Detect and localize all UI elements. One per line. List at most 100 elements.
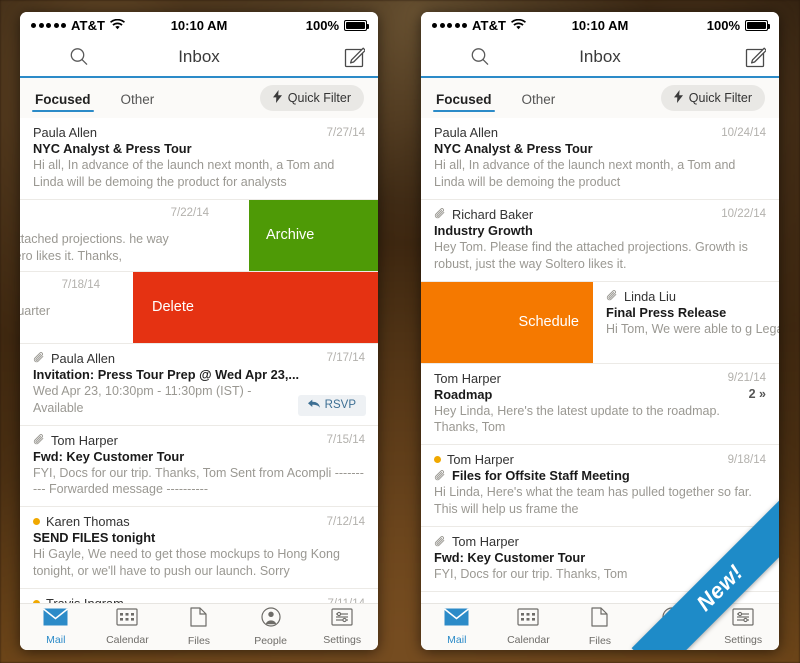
date-label: 7/27/14 bbox=[326, 126, 365, 139]
list-item[interactable]: Tom Harper 9/21/14 Roadmap 2 » Hey Linda… bbox=[421, 363, 779, 446]
tab-calendar[interactable]: Calendar bbox=[493, 608, 565, 646]
search-icon[interactable] bbox=[69, 47, 89, 67]
row-header: Tom Harper 7/15/14 bbox=[33, 433, 365, 448]
list-item[interactable]: Tom Harper 7/15/14 Fwd: Key Customer Tou… bbox=[20, 425, 378, 508]
tab-mail[interactable]: Mail bbox=[20, 608, 92, 646]
list-item[interactable]: Richard Baker 10/22/14 Industry Growth H… bbox=[421, 199, 779, 282]
bottom-tab-bar: Mail Calendar Files People Settings bbox=[20, 603, 378, 650]
compose-icon[interactable] bbox=[745, 47, 766, 68]
tab-files[interactable]: Files bbox=[564, 607, 636, 647]
status-bar-left: AT&T bbox=[31, 17, 126, 33]
tab-calendar[interactable]: Calendar bbox=[92, 608, 164, 646]
tab-settings[interactable]: Settings bbox=[306, 608, 378, 646]
list-item[interactable]: Paula Allen 7/17/14 Invitation: Press To… bbox=[20, 343, 378, 426]
preview-text: Hi all, In advance of the launch next mo… bbox=[33, 158, 335, 189]
lightning-bolt-icon bbox=[673, 90, 683, 106]
delete-action-button[interactable]: Delete bbox=[133, 271, 378, 343]
preview-text: Hi all, In advance of the launch next mo… bbox=[434, 158, 736, 189]
date-label: 9/21/14 bbox=[727, 372, 766, 384]
swipe-row-schedule[interactable]: Schedule Linda Liu Final Press Release H… bbox=[421, 281, 779, 364]
file-icon bbox=[190, 607, 208, 632]
subject-line: SEND FILES tonight bbox=[33, 530, 156, 546]
attachment-icon bbox=[606, 290, 618, 302]
swipe-row-delete[interactable]: Delete 7/18/14 t on uarter bbox=[20, 271, 378, 344]
row-header: 7/22/14 bbox=[20, 207, 209, 219]
swiped-mail-content[interactable]: 7/18/14 t on uarter bbox=[20, 271, 106, 343]
date-label: 10/22/14 bbox=[721, 208, 766, 221]
swiped-mail-content[interactable]: Linda Liu Final Press Release Hi Tom, We… bbox=[593, 281, 779, 363]
nav-bar: Inbox bbox=[421, 38, 779, 78]
tab-focused[interactable]: Focused bbox=[433, 83, 495, 114]
quick-filter-button[interactable]: Quick Filter bbox=[259, 85, 364, 111]
preview-text: Hey Linda, Here's the latest update to t… bbox=[434, 403, 720, 435]
sender-name: Paula Allen bbox=[51, 350, 116, 366]
unread-indicator bbox=[434, 456, 441, 464]
date-label: 10/24/14 bbox=[721, 126, 766, 139]
archive-action-button[interactable]: Archive bbox=[249, 199, 378, 271]
preview-text: Wed Apr 23, 10:30pm - 11:30pm (IST) - Av… bbox=[33, 383, 252, 415]
nav-right-group bbox=[745, 47, 766, 68]
reply-arrow-icon bbox=[307, 399, 320, 412]
list-item[interactable]: Paula Allen 7/27/14 NYC Analyst & Press … bbox=[20, 118, 378, 200]
preview-text: Hi Gayle, We need to get those mockups t… bbox=[33, 547, 340, 579]
date-label: 7/18/14 bbox=[61, 278, 100, 291]
sender-name: Tom Harper bbox=[447, 452, 514, 468]
date-label: 9/18/14 bbox=[727, 453, 766, 466]
phone-screen-right: AT&T 10:10 AM 100% Inbox Focused Other Q… bbox=[421, 12, 779, 650]
quick-filter-button[interactable]: Quick Filter bbox=[660, 85, 765, 111]
rsvp-button[interactable]: RSVP bbox=[297, 394, 366, 416]
tab-files[interactable]: Files bbox=[163, 607, 235, 647]
tab-calendar-label: Calendar bbox=[106, 634, 149, 646]
swiped-mail-content[interactable]: 7/22/14 he attached projections. he way … bbox=[20, 199, 222, 271]
subject-line: Final Press Release bbox=[606, 304, 727, 320]
hamburger-menu-icon[interactable] bbox=[33, 53, 52, 61]
search-icon[interactable] bbox=[470, 47, 490, 67]
phone-screen-left: AT&T 10:10 AM 100% Inbox Focused Other Q… bbox=[20, 12, 378, 650]
subject-line: Fwd: Key Customer Tour bbox=[33, 448, 185, 464]
attachment-icon bbox=[33, 434, 45, 446]
tab-focused[interactable]: Focused bbox=[32, 83, 94, 114]
preview-text: FYI, Docs for our trip. Thanks, Tom Sent… bbox=[33, 465, 364, 497]
tab-other[interactable]: Other bbox=[521, 83, 557, 114]
lightning-bolt-icon bbox=[272, 90, 282, 106]
archive-action-label: Archive bbox=[266, 227, 315, 244]
row-header: Tom Harper 9/18/14 bbox=[434, 452, 766, 467]
preview-text: he attached projections. he way Soltero … bbox=[20, 231, 169, 263]
tab-mail[interactable]: Mail bbox=[421, 608, 493, 646]
carrier-label: AT&T bbox=[71, 17, 106, 33]
mail-list-left[interactable]: Paula Allen 7/27/14 NYC Analyst & Press … bbox=[20, 118, 378, 603]
sender-name: Tom Harper bbox=[452, 534, 519, 549]
mail-list-right[interactable]: Paula Allen 10/24/14 NYC Analyst & Press… bbox=[421, 118, 779, 603]
tab-files-label: Files bbox=[588, 635, 612, 647]
carrier-label: AT&T bbox=[472, 17, 507, 33]
tab-settings-label: Settings bbox=[724, 634, 763, 646]
signal-strength-icon bbox=[432, 22, 467, 28]
nav-bar: Inbox bbox=[20, 38, 378, 78]
list-item[interactable]: Paula Allen 10/24/14 NYC Analyst & Press… bbox=[421, 118, 779, 200]
row-header: Tom Harper bbox=[434, 534, 766, 549]
subject-line: Industry Growth bbox=[434, 222, 533, 238]
battery-full-icon bbox=[344, 19, 369, 31]
signal-strength-icon bbox=[31, 22, 66, 28]
tab-other[interactable]: Other bbox=[120, 83, 156, 114]
wifi-icon bbox=[110, 18, 126, 33]
subject-line: Roadmap 2 » bbox=[434, 386, 766, 402]
file-icon bbox=[591, 607, 609, 632]
swipe-row-archive[interactable]: Archive 7/22/14 he attached projections.… bbox=[20, 199, 378, 272]
list-item[interactable]: Karen Thomas 7/12/14 SEND FILES tonight … bbox=[20, 507, 378, 589]
sender-name: Karen Thomas bbox=[46, 514, 130, 530]
delete-action-label: Delete bbox=[152, 299, 194, 316]
compose-icon[interactable] bbox=[344, 47, 365, 68]
battery-full-icon bbox=[745, 19, 770, 31]
hamburger-menu-icon[interactable] bbox=[434, 53, 453, 61]
date-label: 7/15/14 bbox=[326, 434, 365, 446]
sender-name: Linda Liu bbox=[624, 288, 676, 304]
date-label: 7/17/14 bbox=[326, 352, 365, 365]
tab-people[interactable]: People bbox=[235, 607, 307, 647]
status-bar: AT&T 10:10 AM 100% bbox=[421, 12, 779, 38]
list-item[interactable]: Tom Harper 9/18/14 Files for Offsite Sta… bbox=[421, 445, 779, 527]
schedule-action-button[interactable]: Schedule bbox=[421, 281, 593, 363]
list-item[interactable]: Travis Ingram 7/11/14 Infographic for Pi… bbox=[20, 589, 378, 603]
tab-people-label: People bbox=[254, 635, 287, 647]
filter-bar: Focused Other Quick Filter bbox=[421, 78, 779, 118]
